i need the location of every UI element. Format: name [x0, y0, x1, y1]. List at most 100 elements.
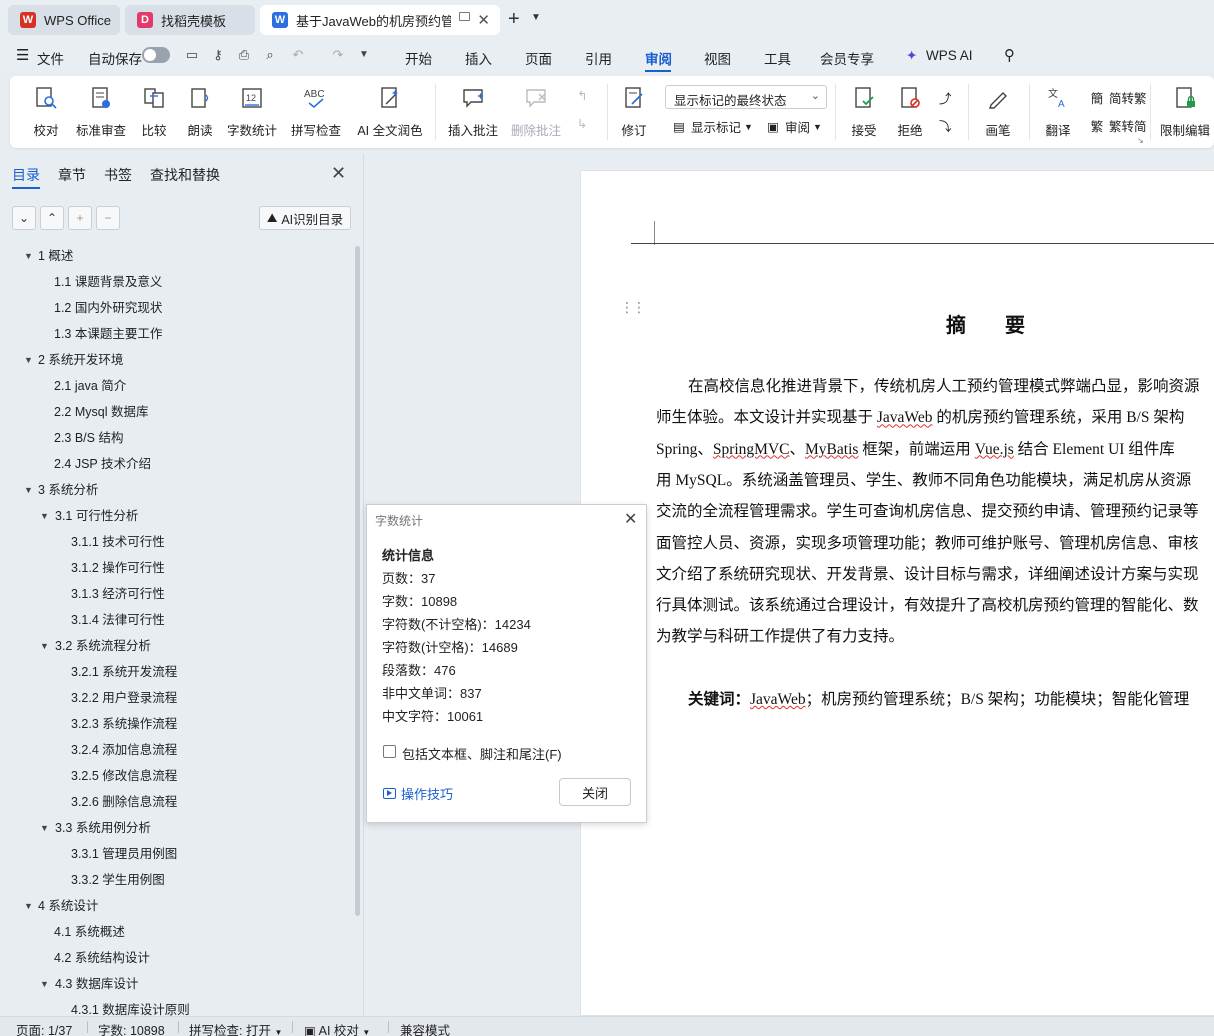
toc-item[interactable]: 1 概述 [38, 246, 73, 266]
share-icon[interactable]: ⚷ [210, 47, 226, 63]
toc-item[interactable]: 3.2.2 用户登录流程 [71, 688, 177, 708]
next-change-icon[interactable]: ⤵ [939, 116, 952, 135]
collapse-up-button[interactable]: ⌃ [40, 206, 64, 230]
toc-item[interactable]: 3.3 系统用例分析 [55, 818, 151, 838]
tab-docer[interactable]: D 找稻壳模板 [125, 5, 255, 35]
tips-link[interactable]: 操作技巧 [383, 784, 453, 803]
nav-tab-toc[interactable]: 目录 [12, 165, 40, 185]
toc-item[interactable]: 1.1 课题背景及意义 [54, 272, 162, 292]
toc-item[interactable]: 1.2 国内外研究现状 [54, 298, 162, 318]
menu-tools[interactable]: 工具 [764, 48, 791, 68]
status-word-count[interactable]: 字数: 10898 [98, 1020, 165, 1036]
toc-expand-toggle-icon[interactable]: ▼ [24, 355, 33, 365]
tab-document[interactable]: W 基于JavaWeb的机房预约管理 ✕ [260, 5, 500, 35]
toc-item[interactable]: 4.1 系统概述 [54, 922, 125, 942]
search-icon[interactable]: ⚲ [1004, 46, 1015, 64]
toc-item[interactable]: 4.3 数据库设计 [55, 974, 138, 994]
spell-check-button[interactable]: ABC 拼写检查 [286, 76, 346, 148]
delete-comment-button[interactable]: 删除批注 [506, 76, 566, 148]
status-ai-proof[interactable]: ▣ AI 校对 ▼ [304, 1020, 370, 1036]
menu-review[interactable]: 审阅 [645, 48, 672, 68]
customize-chevron-icon[interactable]: ▼ [356, 47, 372, 63]
undo-icon[interactable]: ↶ [290, 47, 306, 63]
close-pane-icon[interactable]: ✕ [331, 163, 346, 184]
toc-item[interactable]: 3.1.4 法律可行性 [71, 610, 165, 630]
restrict-edit-button[interactable]: 限制编辑 [1160, 76, 1210, 148]
toc-expand-toggle-icon[interactable]: ▼ [24, 251, 33, 261]
toc-item[interactable]: 2.1 java 简介 [54, 376, 126, 396]
prev-comment-icon[interactable]: ↰ [577, 88, 587, 103]
toc-expand-toggle-icon[interactable]: ▼ [40, 511, 49, 521]
hamburger-icon[interactable]: ☰ [16, 46, 29, 64]
toc-scrollbar[interactable] [355, 246, 360, 916]
toc-item[interactable]: 3.3.1 管理员用例图 [71, 844, 177, 864]
menu-wps-ai[interactable]: WPS AI [926, 48, 973, 63]
drag-handle-icon[interactable]: ⋮⋮ [620, 299, 646, 316]
insert-comment-button[interactable]: 插入批注 [447, 76, 499, 148]
include-textbox-checkbox[interactable] [383, 745, 396, 758]
menu-start[interactable]: 开始 [405, 48, 432, 68]
menu-vip[interactable]: 会员专享 [820, 48, 874, 68]
redo-icon[interactable]: ↷ [330, 47, 346, 63]
toc-item[interactable]: 3.3.2 学生用例图 [71, 870, 165, 890]
menu-file[interactable]: 文件 [37, 48, 64, 68]
menu-view[interactable]: 视图 [704, 48, 731, 68]
nav-tab-chapters[interactable]: 章节 [58, 165, 86, 185]
toc-item[interactable]: 2 系统开发环境 [38, 350, 123, 370]
toc-expand-toggle-icon[interactable]: ▼ [40, 979, 49, 989]
tab-wps-office[interactable]: W WPS Office [8, 5, 120, 35]
wps-ai-icon[interactable]: ✦ [906, 48, 917, 64]
toc-expand-toggle-icon[interactable]: ▼ [24, 485, 33, 495]
toc-item[interactable]: 1.3 本课题主要工作 [54, 324, 162, 344]
markup-display-select[interactable]: 显示标记的最终状态 ⌄ [665, 85, 827, 109]
close-dialog-icon[interactable]: ✕ [624, 509, 637, 529]
close-tab-icon[interactable]: ✕ [477, 11, 490, 29]
menu-page[interactable]: 页面 [525, 48, 552, 68]
promote-level-button[interactable]: + [68, 206, 92, 230]
toc-expand-toggle-icon[interactable]: ▼ [24, 901, 33, 911]
std-review-button[interactable]: 标准审查 [74, 76, 128, 148]
toc-item[interactable]: 4 系统设计 [38, 896, 98, 916]
compare-button[interactable]: 比较 [134, 76, 174, 148]
toc-item[interactable]: 4.2 系统结构设计 [54, 948, 150, 968]
translate-button[interactable]: 文A 翻译 [1038, 76, 1078, 148]
next-comment-icon[interactable]: ↳ [577, 116, 587, 131]
accept-button[interactable]: 接受 [844, 76, 884, 148]
window-icon[interactable] [459, 12, 470, 21]
proofread-button[interactable]: 校对 [26, 76, 66, 148]
new-tab-icon[interactable]: + [508, 8, 520, 31]
toc-item[interactable]: 3.1.3 经济可行性 [71, 584, 165, 604]
menu-reference[interactable]: 引用 [585, 48, 612, 68]
pen-button[interactable]: 画笔 [982, 76, 1014, 148]
toc-item[interactable]: 3.2 系统流程分析 [55, 636, 151, 656]
toc-item[interactable]: 3.1.2 操作可行性 [71, 558, 165, 578]
to-traditional-button[interactable]: 簡 简转繁 [1089, 88, 1147, 107]
nav-tab-find-replace[interactable]: 查找和替换 [150, 165, 220, 185]
word-count-button[interactable]: 12 字数统计 [224, 76, 280, 148]
print-icon[interactable]: ⎙ [236, 47, 252, 63]
document-page[interactable]: ⋮⋮ 摘 要 在高校信息化推进背景下，传统机房人工预约管理模式弊端凸显，影响资源… [580, 170, 1214, 1016]
menu-insert[interactable]: 插入 [465, 48, 492, 68]
autosave-toggle[interactable] [142, 47, 170, 63]
review-pane-button[interactable]: ▣ 审阅 ▼ [765, 117, 822, 136]
include-textbox-label[interactable]: 包括文本框、脚注和尾注(F) [402, 744, 562, 763]
status-page[interactable]: 页面: 1/37 [16, 1020, 72, 1036]
to-simplified-button[interactable]: 繁 繁转简 [1089, 116, 1147, 135]
track-changes-button[interactable]: 修订 [616, 76, 652, 148]
show-markup-button[interactable]: ▤ 显示标记 ▼ [671, 117, 753, 136]
prev-change-icon[interactable]: ⤴ [939, 88, 952, 107]
demote-level-button[interactable]: − [96, 206, 120, 230]
toc-item[interactable]: 3.1.1 技术可行性 [71, 532, 165, 552]
save-icon[interactable]: ▭ [184, 47, 200, 63]
toc-item[interactable]: 3.2.5 修改信息流程 [71, 766, 177, 786]
toc-item[interactable]: 3.2.4 添加信息流程 [71, 740, 177, 760]
toc-item[interactable]: 2.4 JSP 技术介绍 [54, 454, 151, 474]
nav-tab-bookmarks[interactable]: 书签 [104, 165, 132, 185]
chevron-down-icon[interactable]: ▼ [531, 12, 541, 23]
collapse-down-button[interactable]: ⌄ [12, 206, 36, 230]
status-spell-check[interactable]: 拼写检查: 打开 ▼ [189, 1020, 282, 1036]
toc-item[interactable]: 3.1 可行性分析 [55, 506, 138, 526]
toc-item[interactable]: 2.2 Mysql 数据库 [54, 402, 148, 422]
toc-item[interactable]: 2.3 B/S 结构 [54, 428, 123, 448]
toc-expand-toggle-icon[interactable]: ▼ [40, 641, 49, 651]
